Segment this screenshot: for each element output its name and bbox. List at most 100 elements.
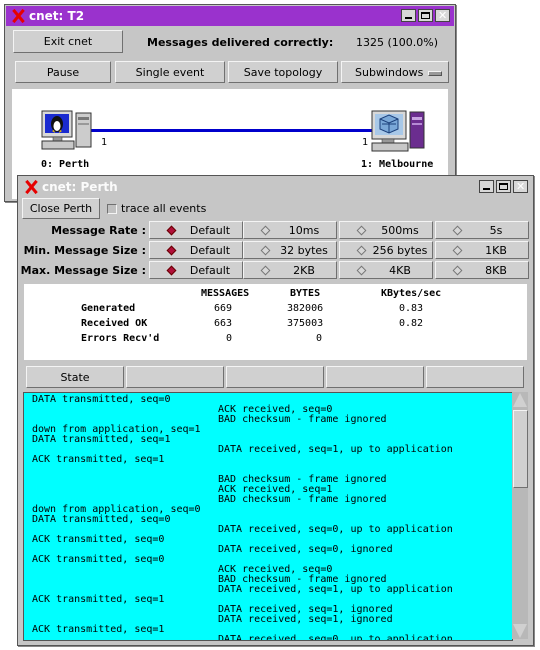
- message-rate-option-500ms[interactable]: 500ms: [339, 221, 433, 239]
- log-left-text: DATA transmitted, seq=0: [32, 394, 171, 405]
- radio-option-label: Default: [189, 224, 231, 237]
- log-right-text: DATA received, seq=0, ignored: [218, 544, 393, 555]
- log-line: ACK transmitted, seq=1: [24, 455, 512, 465]
- stats-generated-bytes: 382006: [287, 303, 324, 314]
- log-right-text: DATA received, seq=0, up to application: [218, 524, 453, 535]
- radio-option-label: 10ms: [288, 224, 320, 237]
- log-scrollbar[interactable]: [512, 392, 528, 639]
- main-window: cnet: T2 ✕ Exit cnet Messages delivered …: [4, 4, 456, 202]
- tab-state[interactable]: State: [26, 366, 124, 388]
- melbourne-port-label: 1: [362, 137, 369, 148]
- trace-all-events-label: trace all events: [121, 202, 207, 215]
- log-right-text: DATA received, seq=0, up to application: [218, 634, 453, 641]
- perth-port-label: 1: [101, 137, 108, 148]
- perth-window: cnet: Perth ✕ Close Perth trace all even…: [17, 175, 534, 646]
- messages-delivered-value: 1325 (100.0%): [356, 36, 439, 49]
- radio-option-label: 32 bytes: [280, 244, 328, 257]
- scroll-up-icon[interactable]: [513, 393, 527, 407]
- message-rate-option-default[interactable]: Default: [149, 221, 243, 239]
- radio-option-label: Default: [189, 244, 231, 257]
- stats-header-kbytes: KBytes/sec: [381, 288, 442, 299]
- close-perth-button[interactable]: Close Perth: [22, 198, 100, 219]
- stats-panel: MESSAGES BYTES KBytes/sec Generated 669 …: [24, 284, 527, 360]
- max-message-size-label: Max. Message Size :: [20, 264, 146, 277]
- save-topology-button[interactable]: Save topology: [228, 61, 338, 83]
- min-message-size-option-256-bytes[interactable]: 256 bytes: [339, 241, 433, 259]
- message-rate-option-10ms[interactable]: 10ms: [243, 221, 337, 239]
- close-icon[interactable]: ✕: [435, 9, 450, 22]
- log-right-text: DATA received, seq=1, ignored: [218, 614, 393, 625]
- radio-option-label: 5s: [489, 224, 503, 237]
- single-event-button[interactable]: Single event: [115, 61, 225, 83]
- stats-received-bytes: 375003: [287, 318, 324, 329]
- radio-option-label: 256 bytes: [372, 244, 428, 257]
- log-left-text: ACK transmitted, seq=0: [32, 534, 165, 545]
- main-window-title: cnet: T2: [29, 9, 85, 23]
- event-log[interactable]: DATA transmitted, seq=0 ACK received, seq…: [23, 392, 513, 641]
- tab-empty-3[interactable]: [326, 366, 424, 388]
- perth-titlebar[interactable]: cnet: Perth ✕: [19, 177, 532, 197]
- melbourne-node-label: 1: Melbourne: [361, 159, 434, 170]
- stats-received-messages: 663: [214, 318, 233, 329]
- tab-empty-2[interactable]: [226, 366, 324, 388]
- node-melbourne[interactable]: 1: [362, 109, 428, 154]
- stats-generated-messages: 669: [214, 303, 233, 314]
- log-right-text: DATA received, seq=1, up to application: [218, 584, 453, 595]
- log-left-text: ACK transmitted, seq=1: [32, 594, 165, 605]
- perth-node-label: 0: Perth: [41, 159, 90, 170]
- stats-received-kbytes: 0.82: [399, 318, 424, 329]
- stats-label-generated: Generated: [81, 303, 136, 314]
- log-right-text: BAD checksum - frame ignored: [218, 414, 387, 425]
- log-line: DATA received, seq=0, up to application: [24, 635, 512, 641]
- stats-errors-bytes: 0: [316, 333, 323, 344]
- tab-empty-4[interactable]: [426, 366, 524, 388]
- close-icon[interactable]: ✕: [513, 180, 528, 193]
- minimize-icon[interactable]: [401, 9, 416, 22]
- stats-label-errors: Errors Recv'd: [81, 333, 160, 344]
- router-icon: [368, 109, 428, 154]
- radio-option-label: 500ms: [381, 224, 419, 237]
- subwindows-menu-button[interactable]: Subwindows: [341, 61, 449, 83]
- stats-header-bytes: BYTES: [290, 288, 321, 299]
- min-message-size-option-1kb[interactable]: 1KB: [435, 241, 529, 259]
- messages-delivered-label: Messages delivered correctly:: [147, 36, 334, 49]
- scroll-down-icon[interactable]: [513, 624, 527, 638]
- log-left-text: ACK transmitted, seq=1: [32, 454, 165, 465]
- minimize-icon[interactable]: [479, 180, 494, 193]
- x-logo-icon: [24, 180, 38, 194]
- network-link[interactable]: [82, 129, 374, 132]
- log-right-text: BAD checksum - frame ignored: [218, 494, 387, 505]
- trace-all-events-checkbox[interactable]: [107, 204, 117, 214]
- linux-workstation-icon: [40, 109, 95, 154]
- tab-empty-1[interactable]: [126, 366, 224, 388]
- exit-cnet-button[interactable]: Exit cnet: [13, 30, 123, 53]
- pause-button[interactable]: Pause: [15, 61, 111, 83]
- radio-option-label: 4KB: [389, 264, 411, 277]
- max-message-size-option-4kb[interactable]: 4KB: [339, 261, 433, 279]
- stats-header-messages: MESSAGES: [201, 288, 250, 299]
- min-message-size-label: Min. Message Size :: [23, 244, 146, 257]
- max-message-size-option-default[interactable]: Default: [149, 261, 243, 279]
- perth-window-title: cnet: Perth: [42, 180, 118, 194]
- radio-option-label: 8KB: [485, 264, 507, 277]
- subwindows-label: Subwindows: [355, 65, 424, 79]
- log-left-text: ACK transmitted, seq=0: [32, 554, 165, 565]
- maximize-icon[interactable]: [418, 9, 433, 22]
- scroll-thumb[interactable]: [513, 410, 528, 488]
- message-rate-option-5s[interactable]: 5s: [435, 221, 529, 239]
- message-rate-label: Message Rate :: [51, 224, 146, 237]
- max-message-size-option-8kb[interactable]: 8KB: [435, 261, 529, 279]
- log-left-text: DATA transmitted, seq=1: [32, 434, 171, 445]
- log-left-text: ACK transmitted, seq=1: [32, 624, 165, 635]
- log-left-text: DATA transmitted, seq=0: [32, 514, 171, 525]
- radio-option-label: Default: [189, 264, 231, 277]
- option-menu-icon: [428, 71, 442, 76]
- min-message-size-option-32-bytes[interactable]: 32 bytes: [243, 241, 337, 259]
- maximize-icon[interactable]: [496, 180, 511, 193]
- node-perth[interactable]: 1: [40, 109, 107, 154]
- min-message-size-option-default[interactable]: Default: [149, 241, 243, 259]
- max-message-size-option-2kb[interactable]: 2KB: [243, 261, 337, 279]
- radio-option-label: 2KB: [293, 264, 315, 277]
- x-logo-icon: [11, 9, 25, 23]
- main-titlebar[interactable]: cnet: T2 ✕: [6, 6, 454, 26]
